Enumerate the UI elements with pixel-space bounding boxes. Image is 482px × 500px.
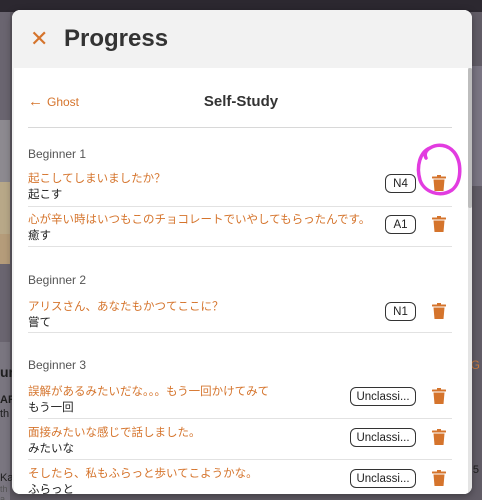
list-item[interactable]: 面接みたいな感じで話しました。 みたいな Unclassi... <box>28 420 452 460</box>
level-badge: N1 <box>385 302 416 321</box>
modal-content[interactable]: ← Ghost Self-Study Beginner 1 起こしてしまいました… <box>14 68 468 494</box>
example-sentence: 誤解があるみたいだな。。。もう一回かけてみて <box>28 386 270 398</box>
trash-icon[interactable] <box>432 216 446 232</box>
vocab-word: 起こす <box>28 189 63 201</box>
list-item[interactable]: アリスさん、あなたもかつてここに？ 嘗て N1 <box>28 294 452 334</box>
trash-icon[interactable] <box>432 303 446 319</box>
list-item[interactable]: 起こしてしまいましたか？ 起こす N4 <box>28 166 452 206</box>
example-sentence: 起こしてしまいましたか？ <box>28 173 166 185</box>
level-badge: Unclassi... <box>350 428 416 447</box>
divider <box>28 127 452 128</box>
level-badge: Unclassi... <box>350 469 416 488</box>
trash-icon[interactable] <box>432 470 446 486</box>
sub-navigation: ← Ghost Self-Study <box>14 68 468 128</box>
trash-icon[interactable] <box>432 429 446 445</box>
scrollbar-thumb[interactable] <box>468 68 472 208</box>
list-item[interactable]: 誤解があるみたいだな。。。もう一回かけてみて もう一回 Unclassi... <box>28 379 452 419</box>
example-sentence: 心が辛い時はいつもこのチョコレートでいやしてもらったんです。 <box>28 214 371 226</box>
group-title: Beginner 3 <box>28 358 87 372</box>
example-sentence: 面接みたいな感じで話しました。 <box>28 427 201 439</box>
divider <box>28 418 452 419</box>
highlight-circle-annotation <box>416 143 462 196</box>
divider <box>28 332 452 333</box>
example-sentence: そしたら、私もふらっと歩いてこようかな。 <box>28 468 258 480</box>
background-text: th a <box>0 484 8 500</box>
background-left-strip: ur AR th Ka th a <box>0 12 16 500</box>
background-text: G <box>470 358 480 372</box>
example-sentence: アリスさん、あなたもかつてここに？ <box>28 301 224 313</box>
close-icon[interactable]: ✕ <box>30 28 50 50</box>
level-badge: Unclassi... <box>350 387 416 406</box>
list-item[interactable]: そしたら、私もふらっと歩いてこようかな。 ふらっと Unclassi... <box>28 461 452 494</box>
divider <box>28 459 452 460</box>
modal-header: ✕ Progress <box>12 10 472 68</box>
vocab-word: もう一回 <box>28 402 74 414</box>
level-badge: A1 <box>385 215 416 234</box>
group-title: Beginner 2 <box>28 273 87 287</box>
background-text: 5 <box>472 464 479 476</box>
vocab-word: 癒す <box>28 230 51 242</box>
trash-icon[interactable] <box>432 388 446 404</box>
section-heading: Self-Study <box>203 93 279 110</box>
background-text: th <box>0 408 10 420</box>
list-item[interactable]: 心が辛い時はいつもこのチョコレートでいやしてもらったんです。 癒す A1 <box>28 207 452 247</box>
vocab-word: ふらっと <box>28 484 74 494</box>
divider <box>28 246 452 247</box>
progress-modal: ✕ Progress ← Ghost Self-Study Beginner 1… <box>12 10 472 494</box>
modal-title: Progress <box>64 25 169 52</box>
vocab-word: 嘗て <box>28 317 51 329</box>
scrollbar[interactable] <box>468 68 472 494</box>
vocab-word: みたいな <box>28 443 74 455</box>
group-title: Beginner 1 <box>28 147 87 161</box>
